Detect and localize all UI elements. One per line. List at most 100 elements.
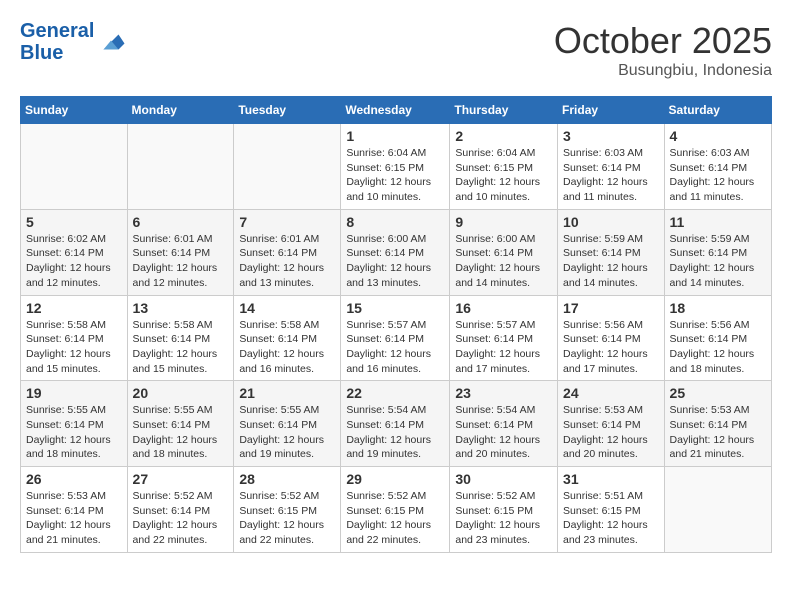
- day-number: 18: [670, 300, 766, 316]
- calendar-cell: 25Sunrise: 5:53 AM Sunset: 6:14 PM Dayli…: [664, 381, 771, 467]
- calendar-cell: 20 Sunrise: 5:55 AM Sunset: 6:14 PM Dayli…: [127, 381, 234, 467]
- calendar-table: SundayMondayTuesdayWednesdayThursdayFrid…: [20, 96, 772, 553]
- day-info: Sunrise: 5:52 AM Sunset: 6:15 PM Dayligh…: [346, 489, 444, 548]
- day-number: 14: [239, 300, 335, 316]
- calendar-cell: 26Sunrise: 5:53 AM Sunset: 6:14 PM Dayli…: [21, 467, 128, 553]
- calendar-cell: 24 Sunrise: 5:53 AM Sunset: 6:14 PM Dayli…: [558, 381, 665, 467]
- day-info: Sunrise: 5:52 AM Sunset: 6:14 PM Dayligh…: [133, 489, 229, 548]
- calendar-cell: 27 Sunrise: 5:52 AM Sunset: 6:14 PM Dayli…: [127, 467, 234, 553]
- calendar-cell: 18Sunrise: 5:56 AM Sunset: 6:14 PM Dayli…: [664, 295, 771, 381]
- day-number: 10: [563, 214, 659, 230]
- day-number: 12: [26, 300, 122, 316]
- day-number: 9: [455, 214, 552, 230]
- weekday-header-friday: Friday: [558, 97, 665, 124]
- logo-text: GeneralBlue: [20, 20, 94, 64]
- calendar-cell: 4 Sunrise: 6:03 AM Sunset: 6:14 PM Daylig…: [664, 124, 771, 210]
- month-title: October 2025: [554, 20, 772, 62]
- day-number: 4: [670, 128, 766, 144]
- day-info: Sunrise: 5:53 AM Sunset: 6:14 PM Dayligh…: [26, 489, 122, 548]
- day-number: 20: [133, 385, 229, 401]
- day-info: Sunrise: 5:57 AM Sunset: 6:14 PM Dayligh…: [455, 318, 552, 377]
- day-number: 13: [133, 300, 229, 316]
- day-info: Sunrise: 6:03 AM Sunset: 6:14 PM Dayligh…: [563, 146, 659, 205]
- day-number: 23: [455, 385, 552, 401]
- day-info: Sunrise: 6:00 AM Sunset: 6:14 PM Dayligh…: [455, 232, 552, 291]
- day-info: Sunrise: 6:04 AM Sunset: 6:15 PM Dayligh…: [455, 146, 552, 205]
- calendar-cell: 23 Sunrise: 5:54 AM Sunset: 6:14 PM Dayli…: [450, 381, 558, 467]
- day-info: Sunrise: 5:51 AM Sunset: 6:15 PM Dayligh…: [563, 489, 659, 548]
- day-number: 24: [563, 385, 659, 401]
- day-info: Sunrise: 5:58 AM Sunset: 6:14 PM Dayligh…: [26, 318, 122, 377]
- calendar-cell: 1 Sunrise: 6:04 AM Sunset: 6:15 PM Daylig…: [341, 124, 450, 210]
- calendar-cell: 12 Sunrise: 5:58 AM Sunset: 6:14 PM Dayli…: [21, 295, 128, 381]
- day-info: Sunrise: 5:55 AM Sunset: 6:14 PM Dayligh…: [239, 403, 335, 462]
- calendar-cell: 19 Sunrise: 5:55 AM Sunset: 6:14 PM Dayli…: [21, 381, 128, 467]
- day-info: Sunrise: 6:04 AM Sunset: 6:15 PM Dayligh…: [346, 146, 444, 205]
- weekday-header-wednesday: Wednesday: [341, 97, 450, 124]
- calendar-cell: [234, 124, 341, 210]
- weekday-header-monday: Monday: [127, 97, 234, 124]
- day-info: Sunrise: 6:01 AM Sunset: 6:14 PM Dayligh…: [239, 232, 335, 291]
- day-number: 28: [239, 471, 335, 487]
- day-number: 1: [346, 128, 444, 144]
- weekday-header-saturday: Saturday: [664, 97, 771, 124]
- page-header: GeneralBlue October 2025 Busungbiu, Indo…: [20, 20, 772, 80]
- calendar-cell: 11Sunrise: 5:59 AM Sunset: 6:14 PM Dayli…: [664, 209, 771, 295]
- day-info: Sunrise: 5:52 AM Sunset: 6:15 PM Dayligh…: [239, 489, 335, 548]
- day-info: Sunrise: 5:55 AM Sunset: 6:14 PM Dayligh…: [26, 403, 122, 462]
- day-number: 2: [455, 128, 552, 144]
- calendar-cell: 28 Sunrise: 5:52 AM Sunset: 6:15 PM Dayli…: [234, 467, 341, 553]
- day-info: Sunrise: 5:54 AM Sunset: 6:14 PM Dayligh…: [455, 403, 552, 462]
- calendar-cell: 7Sunrise: 6:01 AM Sunset: 6:14 PM Daylig…: [234, 209, 341, 295]
- title-block: October 2025 Busungbiu, Indonesia: [554, 20, 772, 80]
- day-info: Sunrise: 6:03 AM Sunset: 6:14 PM Dayligh…: [670, 146, 766, 205]
- day-info: Sunrise: 5:58 AM Sunset: 6:14 PM Dayligh…: [133, 318, 229, 377]
- day-number: 5: [26, 214, 122, 230]
- day-info: Sunrise: 5:52 AM Sunset: 6:15 PM Dayligh…: [455, 489, 552, 548]
- calendar-cell: [664, 467, 771, 553]
- day-info: Sunrise: 5:54 AM Sunset: 6:14 PM Dayligh…: [346, 403, 444, 462]
- day-number: 27: [133, 471, 229, 487]
- calendar-cell: 15 Sunrise: 5:57 AM Sunset: 6:14 PM Dayli…: [341, 295, 450, 381]
- day-number: 15: [346, 300, 444, 316]
- logo: GeneralBlue: [20, 20, 126, 64]
- calendar-cell: 10 Sunrise: 5:59 AM Sunset: 6:14 PM Dayli…: [558, 209, 665, 295]
- day-number: 30: [455, 471, 552, 487]
- day-number: 16: [455, 300, 552, 316]
- day-number: 17: [563, 300, 659, 316]
- calendar-cell: 13 Sunrise: 5:58 AM Sunset: 6:14 PM Dayli…: [127, 295, 234, 381]
- calendar-week-row: 5 Sunrise: 6:02 AM Sunset: 6:14 PM Daylig…: [21, 209, 772, 295]
- calendar-cell: 5 Sunrise: 6:02 AM Sunset: 6:14 PM Daylig…: [21, 209, 128, 295]
- weekday-header-row: SundayMondayTuesdayWednesdayThursdayFrid…: [21, 97, 772, 124]
- day-number: 19: [26, 385, 122, 401]
- day-info: Sunrise: 5:55 AM Sunset: 6:14 PM Dayligh…: [133, 403, 229, 462]
- calendar-cell: 6Sunrise: 6:01 AM Sunset: 6:14 PM Daylig…: [127, 209, 234, 295]
- day-info: Sunrise: 5:59 AM Sunset: 6:14 PM Dayligh…: [670, 232, 766, 291]
- calendar-body: 1 Sunrise: 6:04 AM Sunset: 6:15 PM Daylig…: [21, 124, 772, 553]
- calendar-week-row: 1 Sunrise: 6:04 AM Sunset: 6:15 PM Daylig…: [21, 124, 772, 210]
- day-number: 25: [670, 385, 766, 401]
- calendar-cell: 14 Sunrise: 5:58 AM Sunset: 6:14 PM Dayli…: [234, 295, 341, 381]
- day-info: Sunrise: 5:53 AM Sunset: 6:14 PM Dayligh…: [563, 403, 659, 462]
- calendar-cell: 17Sunrise: 5:56 AM Sunset: 6:14 PM Dayli…: [558, 295, 665, 381]
- day-number: 21: [239, 385, 335, 401]
- calendar-cell: 16 Sunrise: 5:57 AM Sunset: 6:14 PM Dayli…: [450, 295, 558, 381]
- day-info: Sunrise: 6:01 AM Sunset: 6:14 PM Dayligh…: [133, 232, 229, 291]
- calendar-cell: 30 Sunrise: 5:52 AM Sunset: 6:15 PM Dayli…: [450, 467, 558, 553]
- day-info: Sunrise: 6:02 AM Sunset: 6:14 PM Dayligh…: [26, 232, 122, 291]
- calendar-cell: 2 Sunrise: 6:04 AM Sunset: 6:15 PM Daylig…: [450, 124, 558, 210]
- calendar-header: SundayMondayTuesdayWednesdayThursdayFrid…: [21, 97, 772, 124]
- calendar-week-row: 12 Sunrise: 5:58 AM Sunset: 6:14 PM Dayli…: [21, 295, 772, 381]
- calendar-cell: 31 Sunrise: 5:51 AM Sunset: 6:15 PM Dayli…: [558, 467, 665, 553]
- day-number: 22: [346, 385, 444, 401]
- day-info: Sunrise: 5:57 AM Sunset: 6:14 PM Dayligh…: [346, 318, 444, 377]
- day-number: 31: [563, 471, 659, 487]
- day-number: 29: [346, 471, 444, 487]
- day-info: Sunrise: 5:58 AM Sunset: 6:14 PM Dayligh…: [239, 318, 335, 377]
- weekday-header-sunday: Sunday: [21, 97, 128, 124]
- calendar-cell: 3Sunrise: 6:03 AM Sunset: 6:14 PM Daylig…: [558, 124, 665, 210]
- location-subtitle: Busungbiu, Indonesia: [554, 62, 772, 80]
- day-info: Sunrise: 5:59 AM Sunset: 6:14 PM Dayligh…: [563, 232, 659, 291]
- calendar-week-row: 19 Sunrise: 5:55 AM Sunset: 6:14 PM Dayli…: [21, 381, 772, 467]
- logo-icon: [96, 27, 126, 57]
